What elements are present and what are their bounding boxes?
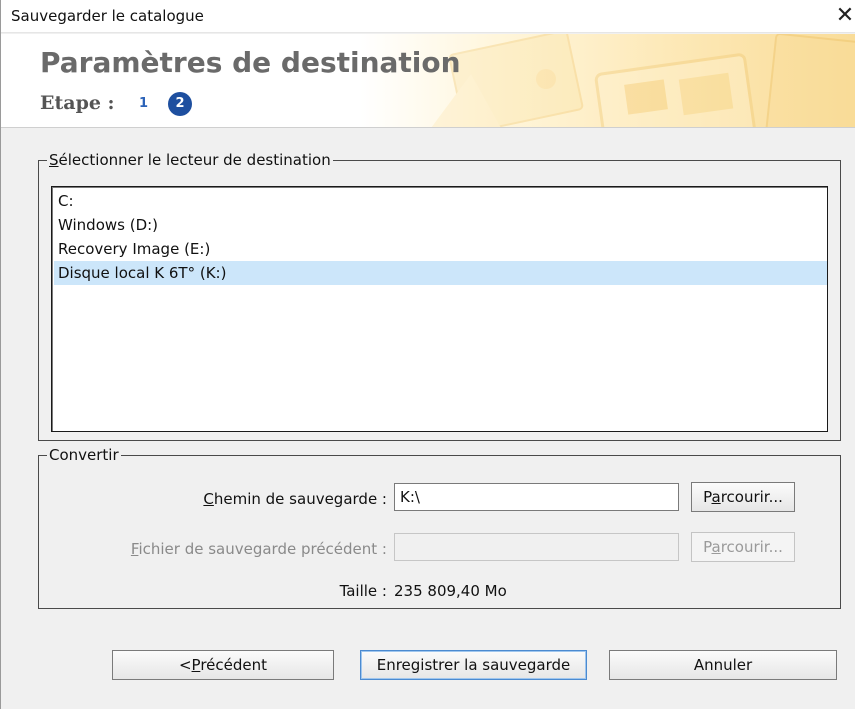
convert-group: Convertir Chemin de sauvegarde : K:\ Par… — [38, 446, 841, 609]
save-backup-button[interactable]: Enregistrer la sauvegarde — [360, 650, 587, 680]
step-1: 1 — [139, 96, 149, 111]
previous-backup-label: Fichier de sauvegarde précédent : — [130, 540, 387, 558]
previous-button[interactable]: <Précédent — [112, 650, 334, 680]
backup-path-input[interactable]: K:\ — [394, 483, 679, 511]
backup-path-label: Chemin de sauvegarde : — [203, 490, 387, 508]
convert-legend: Convertir — [47, 446, 121, 464]
drive-item-e[interactable]: Recovery Image (E:) — [54, 237, 827, 261]
destination-drive-legend: Sélectionner le lecteur de destination — [47, 151, 333, 169]
title-bar: Sauvegarder le catalogue ✕ — [1, 0, 855, 33]
page-title: Paramètres de destination — [40, 46, 461, 79]
drive-item-d[interactable]: Windows (D:) — [54, 213, 827, 237]
drive-listbox[interactable]: C: Windows (D:) Recovery Image (E:) Disq… — [51, 186, 828, 432]
drive-item-k-selected[interactable]: Disque local K 6T° (K:) — [54, 261, 827, 285]
browse-previous-button[interactable]: Parcourir... — [691, 532, 795, 562]
window-title: Sauvegarder le catalogue — [11, 7, 204, 25]
cancel-button[interactable]: Annuler — [609, 650, 837, 680]
destination-drive-group: Sélectionner le lecteur de destination C… — [38, 151, 841, 441]
browse-path-button[interactable]: Parcourir... — [691, 482, 795, 512]
save-catalog-dialog: Sauvegarder le catalogue ✕ Paramètres de… — [0, 0, 855, 709]
size-label: Taille : — [339, 582, 387, 600]
previous-backup-input[interactable] — [394, 533, 679, 561]
step-label: Etape : — [40, 92, 115, 114]
step-2-current: 2 — [168, 92, 192, 116]
drive-item-c[interactable]: C: — [54, 189, 827, 213]
header-banner: Paramètres de destination Etape : 1 2 — [1, 34, 855, 128]
close-icon[interactable]: ✕ — [834, 2, 855, 30]
size-value: 235 809,40 Mo — [394, 582, 507, 600]
